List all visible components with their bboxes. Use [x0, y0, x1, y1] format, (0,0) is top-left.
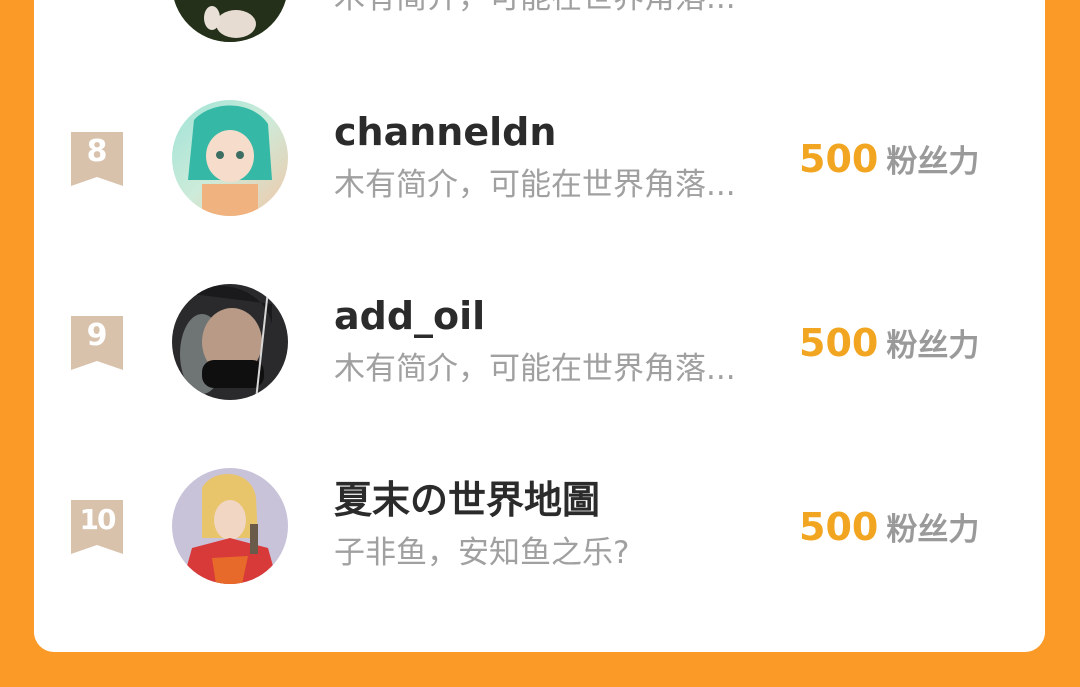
rank-number: 8	[86, 134, 108, 169]
avatar[interactable]	[172, 0, 288, 42]
rank-number: 9	[86, 318, 108, 353]
score-unit: 粉丝力	[886, 512, 980, 548]
score-unit: 粉丝力	[886, 328, 980, 364]
ranking-row[interactable]: 9 add_oil 木有简介，可能在世界角落... 500 粉丝力	[34, 284, 1045, 468]
rank-badge: 10	[71, 500, 123, 554]
score-value: 500	[799, 321, 879, 365]
ranking-row[interactable]: 木有简介，可能在世界角落...	[34, 0, 1045, 42]
avatar[interactable]	[172, 284, 288, 400]
user-bio: 木有简介，可能在世界角落...	[334, 0, 736, 17]
score-unit: 粉丝力	[886, 144, 980, 180]
avatar[interactable]	[172, 468, 288, 584]
user-name[interactable]: 夏末の世界地圖	[334, 478, 600, 522]
ranking-row[interactable]: 10 夏末の世界地圖 子非鱼，安知鱼之乐? 500 粉丝力	[34, 468, 1045, 652]
user-name[interactable]: add_oil	[334, 294, 485, 338]
ranking-row[interactable]: 8 channeldn 木有简介，可能在世界角落... 500 粉丝力	[34, 100, 1045, 284]
avatar[interactable]	[172, 100, 288, 216]
rank-badge: 9	[71, 316, 123, 370]
fan-power-score: 500 粉丝力	[799, 505, 979, 557]
fan-power-score: 500 粉丝力	[799, 137, 979, 189]
user-bio: 木有简介，可能在世界角落...	[334, 167, 736, 203]
user-name[interactable]: channeldn	[334, 110, 556, 154]
score-value: 500	[799, 505, 879, 549]
user-bio: 木有简介，可能在世界角落...	[334, 351, 736, 387]
rank-badge: 8	[71, 132, 123, 186]
ranking-card: 木有简介，可能在世界角落... 8	[34, 0, 1045, 652]
rank-number: 10	[79, 503, 117, 536]
user-bio: 子非鱼，安知鱼之乐?	[334, 535, 630, 571]
score-value: 500	[799, 137, 879, 181]
fan-power-score: 500 粉丝力	[799, 321, 979, 373]
